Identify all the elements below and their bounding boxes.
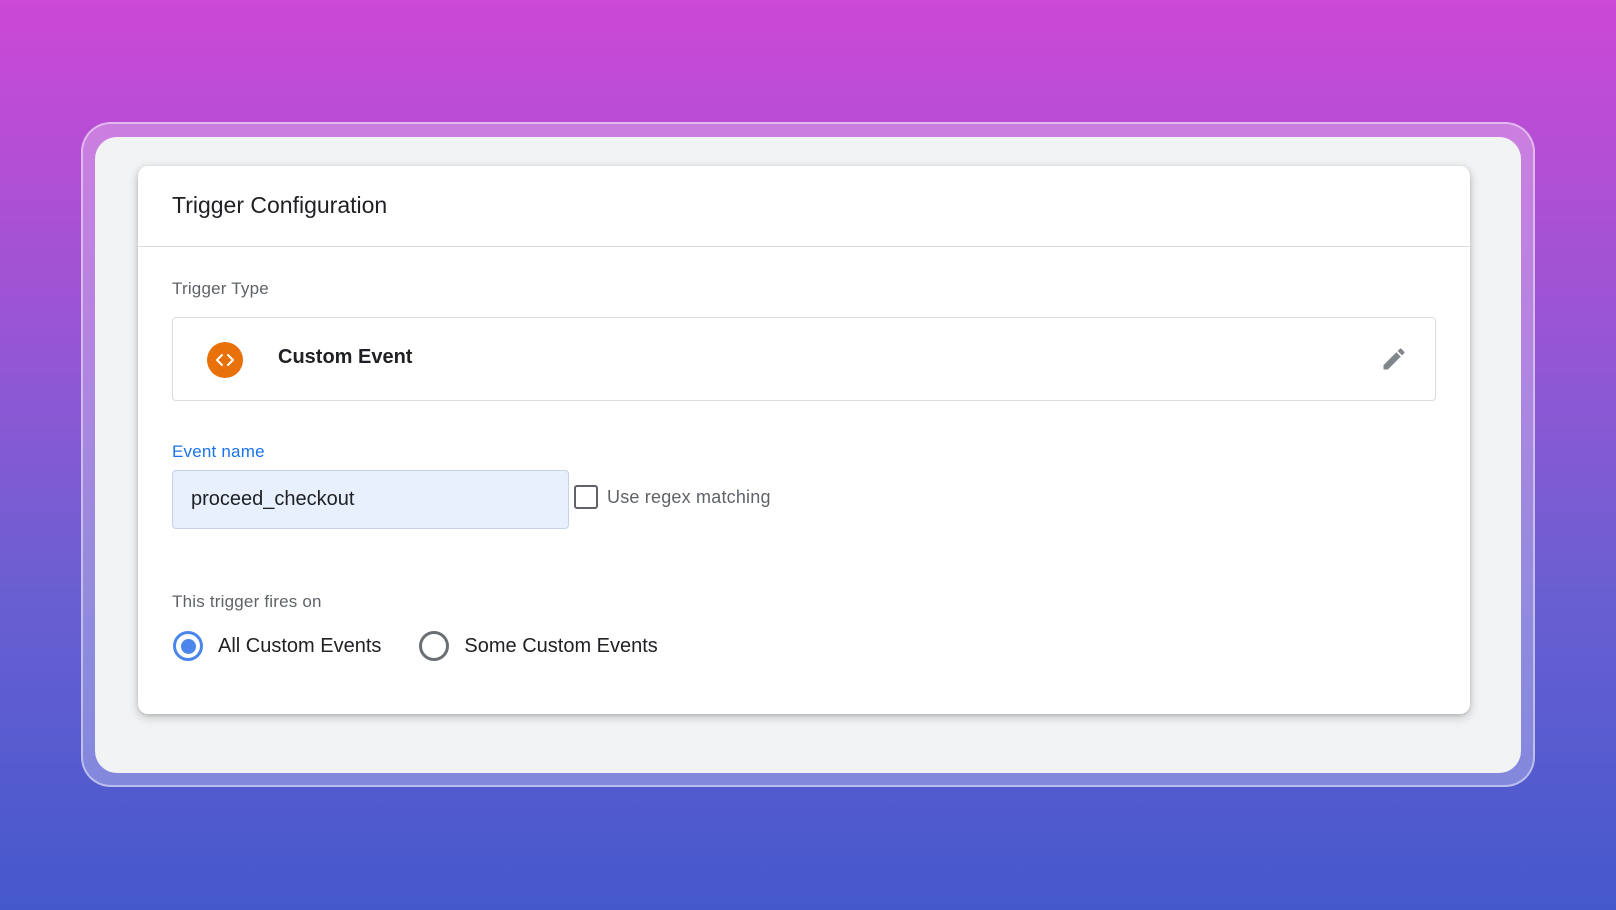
trigger-type-selector[interactable]: Custom Event	[172, 317, 1436, 401]
radio-some-custom-events[interactable]: Some Custom Events	[419, 631, 658, 661]
trigger-type-name: Custom Event	[278, 346, 413, 368]
trigger-type-label: Trigger Type	[172, 279, 269, 298]
radio-label-all: All Custom Events	[218, 634, 382, 657]
regex-checkbox[interactable]: Use regex matching	[574, 485, 771, 509]
event-name-input[interactable]	[172, 470, 569, 529]
card-header: Trigger Configuration	[138, 166, 1470, 247]
fires-on-label: This trigger fires on	[172, 592, 322, 611]
code-brackets-icon	[207, 342, 243, 378]
radio-selected-icon[interactable]	[173, 631, 203, 661]
fires-on-radio-group: All Custom Events Some Custom Events	[173, 631, 696, 661]
card-title: Trigger Configuration	[172, 192, 388, 218]
event-name-label: Event name	[172, 442, 265, 461]
pencil-icon[interactable]	[1379, 344, 1409, 374]
radio-unselected-icon[interactable]	[419, 631, 450, 661]
radio-all-custom-events[interactable]: All Custom Events	[173, 631, 381, 661]
checkbox-unchecked-icon[interactable]	[574, 485, 598, 509]
regex-label: Use regex matching	[607, 486, 771, 507]
radio-label-some: Some Custom Events	[464, 634, 658, 657]
trigger-configuration-card: Trigger Configuration Trigger Type Custo…	[138, 166, 1470, 714]
